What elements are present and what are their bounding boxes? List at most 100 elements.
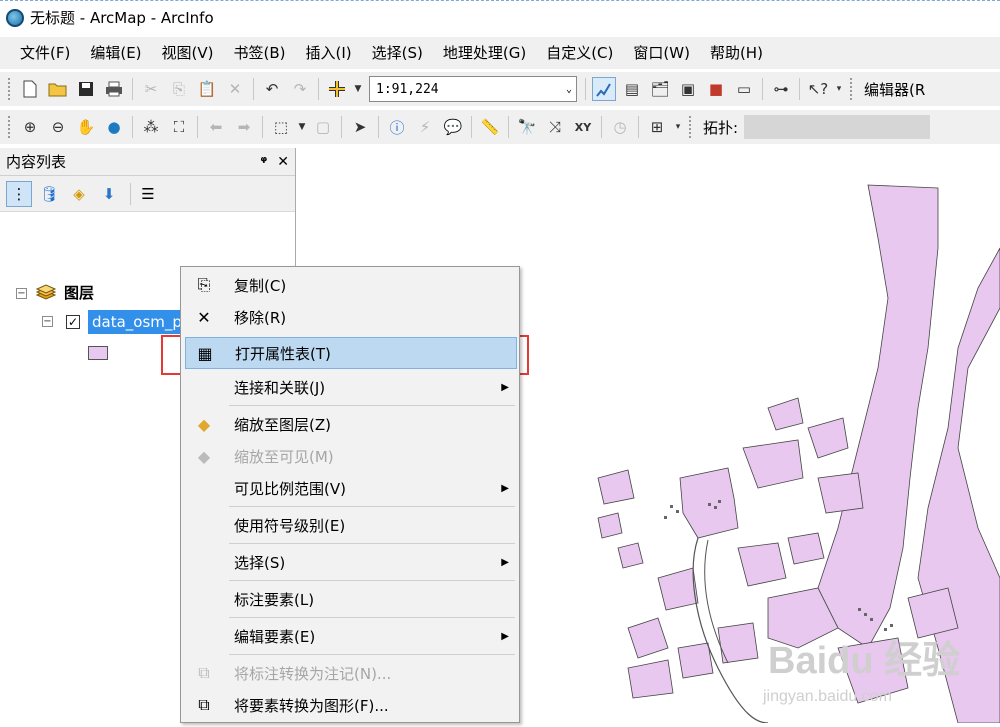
menu-separator — [229, 543, 515, 544]
convert-features-icon: ⧉ — [198, 695, 210, 714]
toolbar-options-icon[interactable]: ▾ — [673, 115, 683, 139]
parcel-polygon — [737, 542, 787, 587]
hyperlink-icon[interactable]: ⚡ — [413, 115, 437, 139]
redo-icon[interactable]: ↷ — [288, 77, 312, 101]
collapse-layer-icon[interactable]: − — [42, 316, 53, 327]
menu-geoprocessing[interactable]: 地理处理(G) — [433, 37, 536, 69]
toc-options-icon[interactable]: ☰ — [135, 181, 161, 207]
list-by-visibility-icon[interactable]: ◈ — [66, 181, 92, 207]
toolbar-grip[interactable] — [8, 78, 12, 100]
whats-this-help-icon[interactable]: ↖? — [806, 77, 830, 101]
collapse-layers-icon[interactable]: − — [16, 288, 27, 299]
menu-item-edit-features[interactable]: 编辑要素(E) ▶ — [185, 620, 517, 652]
modelbuilder-icon[interactable]: ⊶ — [769, 77, 793, 101]
chevron-down-icon[interactable]: ⌄ — [566, 84, 572, 95]
menu-help[interactable]: 帮助(H) — [700, 37, 773, 69]
paste-icon[interactable]: 📋 — [195, 77, 219, 101]
menu-item-label-features[interactable]: 标注要素(L) — [185, 583, 517, 615]
zoom-in-icon[interactable]: ⊕ — [18, 115, 42, 139]
python-window-icon[interactable]: ▭ — [732, 77, 756, 101]
toolbar-grip[interactable] — [8, 116, 12, 138]
menu-customize[interactable]: 自定义(C) — [536, 37, 623, 69]
select-features-icon[interactable]: ⬚ — [269, 115, 293, 139]
menu-item-use-symbol-levels[interactable]: 使用符号级别(E) — [185, 509, 517, 541]
pin-icon[interactable]: ᵠ — [260, 154, 267, 170]
measure-icon[interactable]: 📏 — [478, 115, 502, 139]
pan-hand-icon[interactable]: ✋ — [74, 115, 98, 139]
layer-visibility-checkbox[interactable]: ✓ — [66, 315, 80, 329]
forward-extent-icon[interactable]: ➡ — [232, 115, 256, 139]
cut-icon[interactable]: ✂ — [139, 77, 163, 101]
editor-menu[interactable]: 编辑器(R — [864, 79, 925, 100]
baidu-watermark: Baidu 经验 jingyan.baidu.com — [762, 640, 960, 705]
time-slider-icon[interactable]: ◷ — [608, 115, 632, 139]
catalog-icon[interactable]: 🗂 — [648, 77, 672, 101]
open-folder-icon[interactable] — [46, 77, 70, 101]
menu-view[interactable]: 视图(V) — [152, 37, 224, 69]
topology-dropdown[interactable] — [744, 115, 931, 139]
undo-icon[interactable]: ↶ — [260, 77, 284, 101]
menu-file[interactable]: 文件(F) — [10, 37, 80, 69]
menu-insert[interactable]: 插入(I) — [296, 37, 362, 69]
map-scale-combobox[interactable]: 1:91,224 ⌄ — [369, 76, 577, 102]
back-extent-icon[interactable]: ⬅ — [204, 115, 228, 139]
select-dropdown-icon[interactable]: ▼ — [297, 115, 307, 139]
menu-item-selection[interactable]: 选择(S) ▶ — [185, 546, 517, 578]
arctoolbox-icon[interactable]: ■ — [704, 77, 728, 101]
menu-item-visible-scale-range[interactable]: 可见比例范围(V) ▶ — [185, 472, 517, 504]
svg-text:jingyan.baidu.com: jingyan.baidu.com — [762, 688, 892, 705]
layers-root-label[interactable]: 图层 — [64, 282, 94, 303]
menu-item-zoom-to-layer[interactable]: ◆ 缩放至图层(Z) — [185, 408, 517, 440]
print-icon[interactable] — [102, 77, 126, 101]
menu-item-convert-features-to-graphics[interactable]: ⧉ 将要素转换为图形(F)... — [185, 689, 517, 721]
menu-separator — [229, 405, 515, 406]
close-icon[interactable]: ✕ — [277, 154, 289, 170]
full-extent-globe-icon[interactable]: ● — [102, 115, 126, 139]
toolbar-separator — [378, 116, 379, 138]
menu-item-zoom-to-visible[interactable]: ◆ 缩放至可见(M) — [185, 440, 517, 472]
add-data-dropdown-icon[interactable]: ▼ — [353, 77, 363, 101]
toolbar-separator — [799, 78, 800, 100]
menu-item-joins-relates[interactable]: 连接和关联(J) ▶ — [185, 371, 517, 403]
go-to-xy-icon[interactable]: XY — [571, 115, 595, 139]
tools-toolbar: ⊕ ⊖ ✋ ● ⁂ ⛶ ⬅ ➡ ⬚ ▼ ▢ ➤ ⓘ ⚡ 💬 📏 🔭 ⤨ XY ◷… — [0, 110, 1000, 144]
menu-separator — [229, 580, 515, 581]
delete-icon[interactable]: ✕ — [223, 77, 247, 101]
save-icon[interactable] — [74, 77, 98, 101]
list-by-drawing-order-icon[interactable]: ⋮ — [6, 180, 32, 207]
fixed-zoom-out-icon[interactable]: ⛶ — [167, 115, 191, 139]
clear-selection-icon[interactable]: ▢ — [311, 115, 335, 139]
menu-bookmarks[interactable]: 书签(B) — [224, 37, 296, 69]
add-data-icon[interactable] — [325, 77, 349, 101]
parcel-polygon — [807, 417, 849, 459]
zoom-out-icon[interactable]: ⊖ — [46, 115, 70, 139]
parcel-polygon — [787, 532, 825, 565]
menu-edit[interactable]: 编辑(E) — [80, 37, 151, 69]
find-binoculars-icon[interactable]: 🔭 — [515, 115, 539, 139]
copy-icon[interactable]: ⎘ — [167, 77, 191, 101]
list-by-source-icon[interactable]: 🛢 — [36, 181, 62, 207]
menu-item-convert-labels-to-annotation[interactable]: ⧉ 将标注转换为注记(N)... — [185, 657, 517, 689]
identify-icon[interactable]: ⓘ — [385, 115, 409, 139]
find-route-icon[interactable]: ⤨ — [543, 115, 567, 139]
menu-item-copy[interactable]: ⎘ 复制(C) — [185, 269, 517, 301]
menu-item-remove[interactable]: ✕ 移除(R) — [185, 301, 517, 333]
list-by-selection-icon[interactable]: ⬇ — [96, 181, 122, 207]
table-of-contents-icon[interactable]: ▤ — [620, 77, 644, 101]
layer-symbol-swatch[interactable] — [88, 346, 108, 360]
search-window-icon[interactable]: ▣ — [676, 77, 700, 101]
menu-selection[interactable]: 选择(S) — [362, 37, 433, 69]
menu-windows[interactable]: 窗口(W) — [623, 37, 700, 69]
fixed-zoom-in-icon[interactable]: ⁂ — [139, 115, 163, 139]
menu-item-open-attribute-table[interactable]: ▦ 打开属性表(T) — [185, 337, 517, 369]
html-popup-icon[interactable]: 💬 — [441, 115, 465, 139]
toolbar-separator — [130, 182, 131, 205]
select-elements-arrow-icon[interactable]: ➤ — [348, 115, 372, 139]
toolbar-grip[interactable] — [850, 78, 854, 100]
toolbar-options-icon[interactable]: ▾ — [834, 77, 844, 101]
magnifier-window-icon[interactable]: ⊞ — [645, 115, 669, 139]
new-document-icon[interactable] — [18, 77, 42, 101]
editor-toolbar-icon[interactable] — [592, 77, 616, 101]
zoom-layer-icon: ◆ — [197, 414, 211, 434]
toolbar-grip[interactable] — [689, 116, 693, 138]
